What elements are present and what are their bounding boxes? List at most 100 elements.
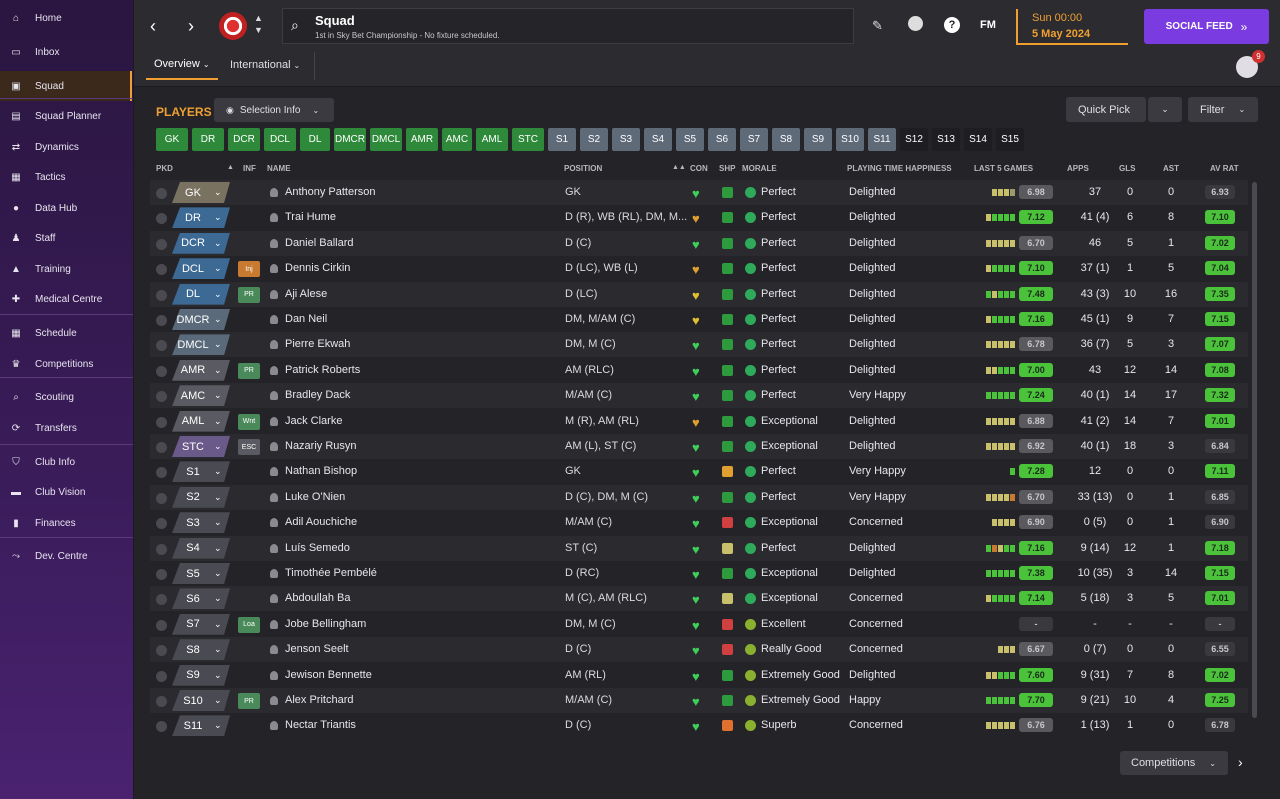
- position-chip-s6[interactable]: S6: [708, 128, 736, 151]
- position-chip-s9[interactable]: S9: [804, 128, 832, 151]
- position-tag[interactable]: S4 ⌄: [172, 538, 230, 559]
- player-name[interactable]: Aji Alese: [285, 288, 327, 300]
- pick-circle[interactable]: [156, 264, 167, 276]
- sidebar-item-data-hub[interactable]: ● Data Hub: [0, 193, 132, 223]
- col-gls[interactable]: GLS: [1119, 164, 1135, 173]
- table-row[interactable]: S4 ⌄ Luís Semedo ST (C) ♥ Perfect Delighted 7.1…: [150, 535, 1248, 561]
- quick-pick-dropdown[interactable]: ⌄: [1148, 97, 1182, 122]
- selection-info-button[interactable]: ◉ Selection Info ⌄: [214, 98, 334, 122]
- sidebar-item-club-vision[interactable]: ▬ Club Vision: [0, 477, 132, 507]
- sidebar-item-finances[interactable]: ▮ Finances: [0, 508, 132, 538]
- pick-circle[interactable]: [156, 518, 167, 530]
- position-tag[interactable]: S1 ⌄: [172, 461, 230, 482]
- position-tag[interactable]: S7 ⌄: [172, 614, 230, 635]
- player-name[interactable]: Jewison Bennette: [285, 669, 372, 681]
- table-row[interactable]: S11 ⌄ Nectar Triantis D (C) ♥ Superb Concerned…: [150, 713, 1248, 738]
- table-row[interactable]: S1 ⌄ Nathan Bishop GK ♥ Perfect Very Happy 7.28…: [150, 459, 1248, 484]
- sidebar-item-schedule[interactable]: ▦ Schedule: [0, 318, 132, 348]
- back-button[interactable]: ‹: [150, 16, 170, 36]
- position-tag[interactable]: DL ⌄: [172, 284, 230, 305]
- col-morale[interactable]: MORALE: [742, 164, 777, 173]
- player-name[interactable]: Dennis Cirkin: [285, 262, 350, 274]
- table-row[interactable]: S5 ⌄ Timothée Pembélé D (RC) ♥ Exceptional Del…: [150, 561, 1248, 586]
- player-name[interactable]: Luís Semedo: [285, 542, 350, 554]
- col-name[interactable]: NAME: [267, 164, 291, 173]
- pick-circle[interactable]: [156, 569, 167, 580]
- position-tag[interactable]: STC ⌄: [172, 436, 230, 457]
- player-name[interactable]: Pierre Ekwah: [285, 338, 350, 350]
- table-row[interactable]: S7 ⌄ Loa Jobe Bellingham DM, M (C) ♥ Excellent…: [150, 612, 1248, 637]
- sidebar-item-transfers[interactable]: ⟳ Transfers: [0, 413, 132, 443]
- ball-icon[interactable]: [908, 16, 923, 31]
- search-bar[interactable]: ⌕ Squad 1st in Sky Bet Championship - No…: [282, 8, 854, 44]
- pick-circle[interactable]: [156, 619, 167, 631]
- position-chip-s8[interactable]: S8: [772, 128, 800, 151]
- player-name[interactable]: Adil Aouchiche: [285, 516, 357, 528]
- position-chip-aml[interactable]: AML: [476, 128, 508, 151]
- position-chip-s15[interactable]: S15: [996, 128, 1024, 151]
- position-chip-gk[interactable]: GK: [156, 128, 188, 151]
- col-ast[interactable]: AST: [1163, 164, 1179, 173]
- table-row[interactable]: DL ⌄ PR Aji Alese D (LC) ♥ Perfect Delighted 7.4…: [150, 281, 1248, 307]
- help-icon[interactable]: ?: [944, 17, 960, 33]
- filter-button[interactable]: Filter ⌄: [1188, 97, 1258, 122]
- col-pkd[interactable]: PKD: [156, 164, 173, 173]
- position-tag[interactable]: S10 ⌄: [172, 690, 230, 711]
- table-row[interactable]: S2 ⌄ Luke O'Nien D (C), DM, M (C) ♥ Perfect Ve…: [150, 484, 1248, 510]
- tab-overview[interactable]: Overview ⌄: [146, 50, 218, 80]
- position-chip-s14[interactable]: S14: [964, 128, 992, 151]
- position-chip-s13[interactable]: S13: [932, 128, 960, 151]
- col-avrat[interactable]: AV RAT: [1210, 164, 1239, 173]
- table-row[interactable]: DCL ⌄ Inj Dennis Cirkin D (LC), WB (L) ♥ Perfe…: [150, 256, 1248, 281]
- player-name[interactable]: Jobe Bellingham: [285, 618, 366, 630]
- pick-circle[interactable]: [156, 670, 167, 682]
- position-tag[interactable]: S3 ⌄: [172, 512, 230, 533]
- player-name[interactable]: Trai Hume: [285, 211, 336, 223]
- sidebar-item-medical-centre[interactable]: ✚ Medical Centre: [0, 284, 132, 314]
- position-tag[interactable]: S5 ⌄: [172, 563, 230, 584]
- pick-circle[interactable]: [156, 492, 167, 504]
- pick-circle[interactable]: [156, 315, 167, 326]
- position-chip-s3[interactable]: S3: [612, 128, 640, 151]
- competitions-button[interactable]: Competitions ⌄: [1120, 751, 1228, 775]
- table-row[interactable]: AMC ⌄ Bradley Dack M/AM (C) ♥ Perfect Very Hap…: [150, 383, 1248, 409]
- player-name[interactable]: Jack Clarke: [285, 415, 342, 427]
- position-chip-dmcr[interactable]: DMCR: [334, 128, 366, 151]
- col-position[interactable]: POSITION: [564, 164, 602, 173]
- player-name[interactable]: Jenson Seelt: [285, 643, 349, 655]
- position-tag[interactable]: DR ⌄: [172, 207, 230, 228]
- player-name[interactable]: Abdoullah Ba: [285, 592, 350, 604]
- position-chip-stc[interactable]: STC: [512, 128, 544, 151]
- pick-circle[interactable]: [156, 594, 167, 606]
- col-inf[interactable]: INF: [243, 164, 256, 173]
- table-row[interactable]: S9 ⌄ Jewison Bennette AM (RL) ♥ Extremely Goo…: [150, 663, 1248, 688]
- pick-circle[interactable]: [156, 213, 167, 225]
- sidebar-item-dynamics[interactable]: ⇄ Dynamics: [0, 132, 132, 162]
- position-tag[interactable]: AML ⌄: [172, 411, 230, 432]
- position-chip-s7[interactable]: S7: [740, 128, 768, 151]
- pick-circle[interactable]: [156, 721, 167, 733]
- position-tag[interactable]: GK ⌄: [172, 182, 230, 203]
- position-chip-amc[interactable]: AMC: [442, 128, 472, 151]
- position-chip-s10[interactable]: S10: [836, 128, 864, 151]
- next-arrow-icon[interactable]: ›: [1238, 754, 1243, 770]
- col-apps[interactable]: APPS: [1067, 164, 1089, 173]
- pick-circle[interactable]: [156, 696, 167, 707]
- sidebar-item-dev-centre[interactable]: ⤳ Dev. Centre: [0, 541, 132, 571]
- sidebar-item-scouting[interactable]: ⌕ Scouting: [0, 382, 132, 412]
- table-row[interactable]: STC ⌄ ESC Nazariy Rusyn AM (L), ST (C) ♥ Excep…: [150, 434, 1248, 459]
- col-con[interactable]: CON: [690, 164, 708, 173]
- position-tag[interactable]: S9 ⌄: [172, 665, 230, 686]
- player-name[interactable]: Alex Pritchard: [285, 694, 353, 706]
- position-chip-s12[interactable]: S12: [900, 128, 928, 151]
- social-feed-button[interactable]: SOCIAL FEED »: [1144, 9, 1269, 44]
- table-row[interactable]: AML ⌄ Wnt Jack Clarke M (R), AM (RL) ♥ Excepti…: [150, 409, 1248, 434]
- table-row[interactable]: S3 ⌄ Adil Aouchiche M/AM (C) ♥ Exceptional Con…: [150, 510, 1248, 535]
- club-switch-arrows[interactable]: ▲ ▼: [254, 12, 263, 36]
- sidebar-item-inbox[interactable]: ▭ Inbox: [0, 37, 132, 67]
- position-tag[interactable]: S8 ⌄: [172, 639, 230, 660]
- position-tag[interactable]: DMCL ⌄: [172, 334, 230, 355]
- quick-pick-button[interactable]: Quick Pick: [1066, 97, 1146, 122]
- table-row[interactable]: S10 ⌄ PR Alex Pritchard M/AM (C) ♥ Extremely G…: [150, 688, 1248, 713]
- table-row[interactable]: DR ⌄ Trai Hume D (R), WB (RL), DM, M... ♥ Per…: [150, 205, 1248, 230]
